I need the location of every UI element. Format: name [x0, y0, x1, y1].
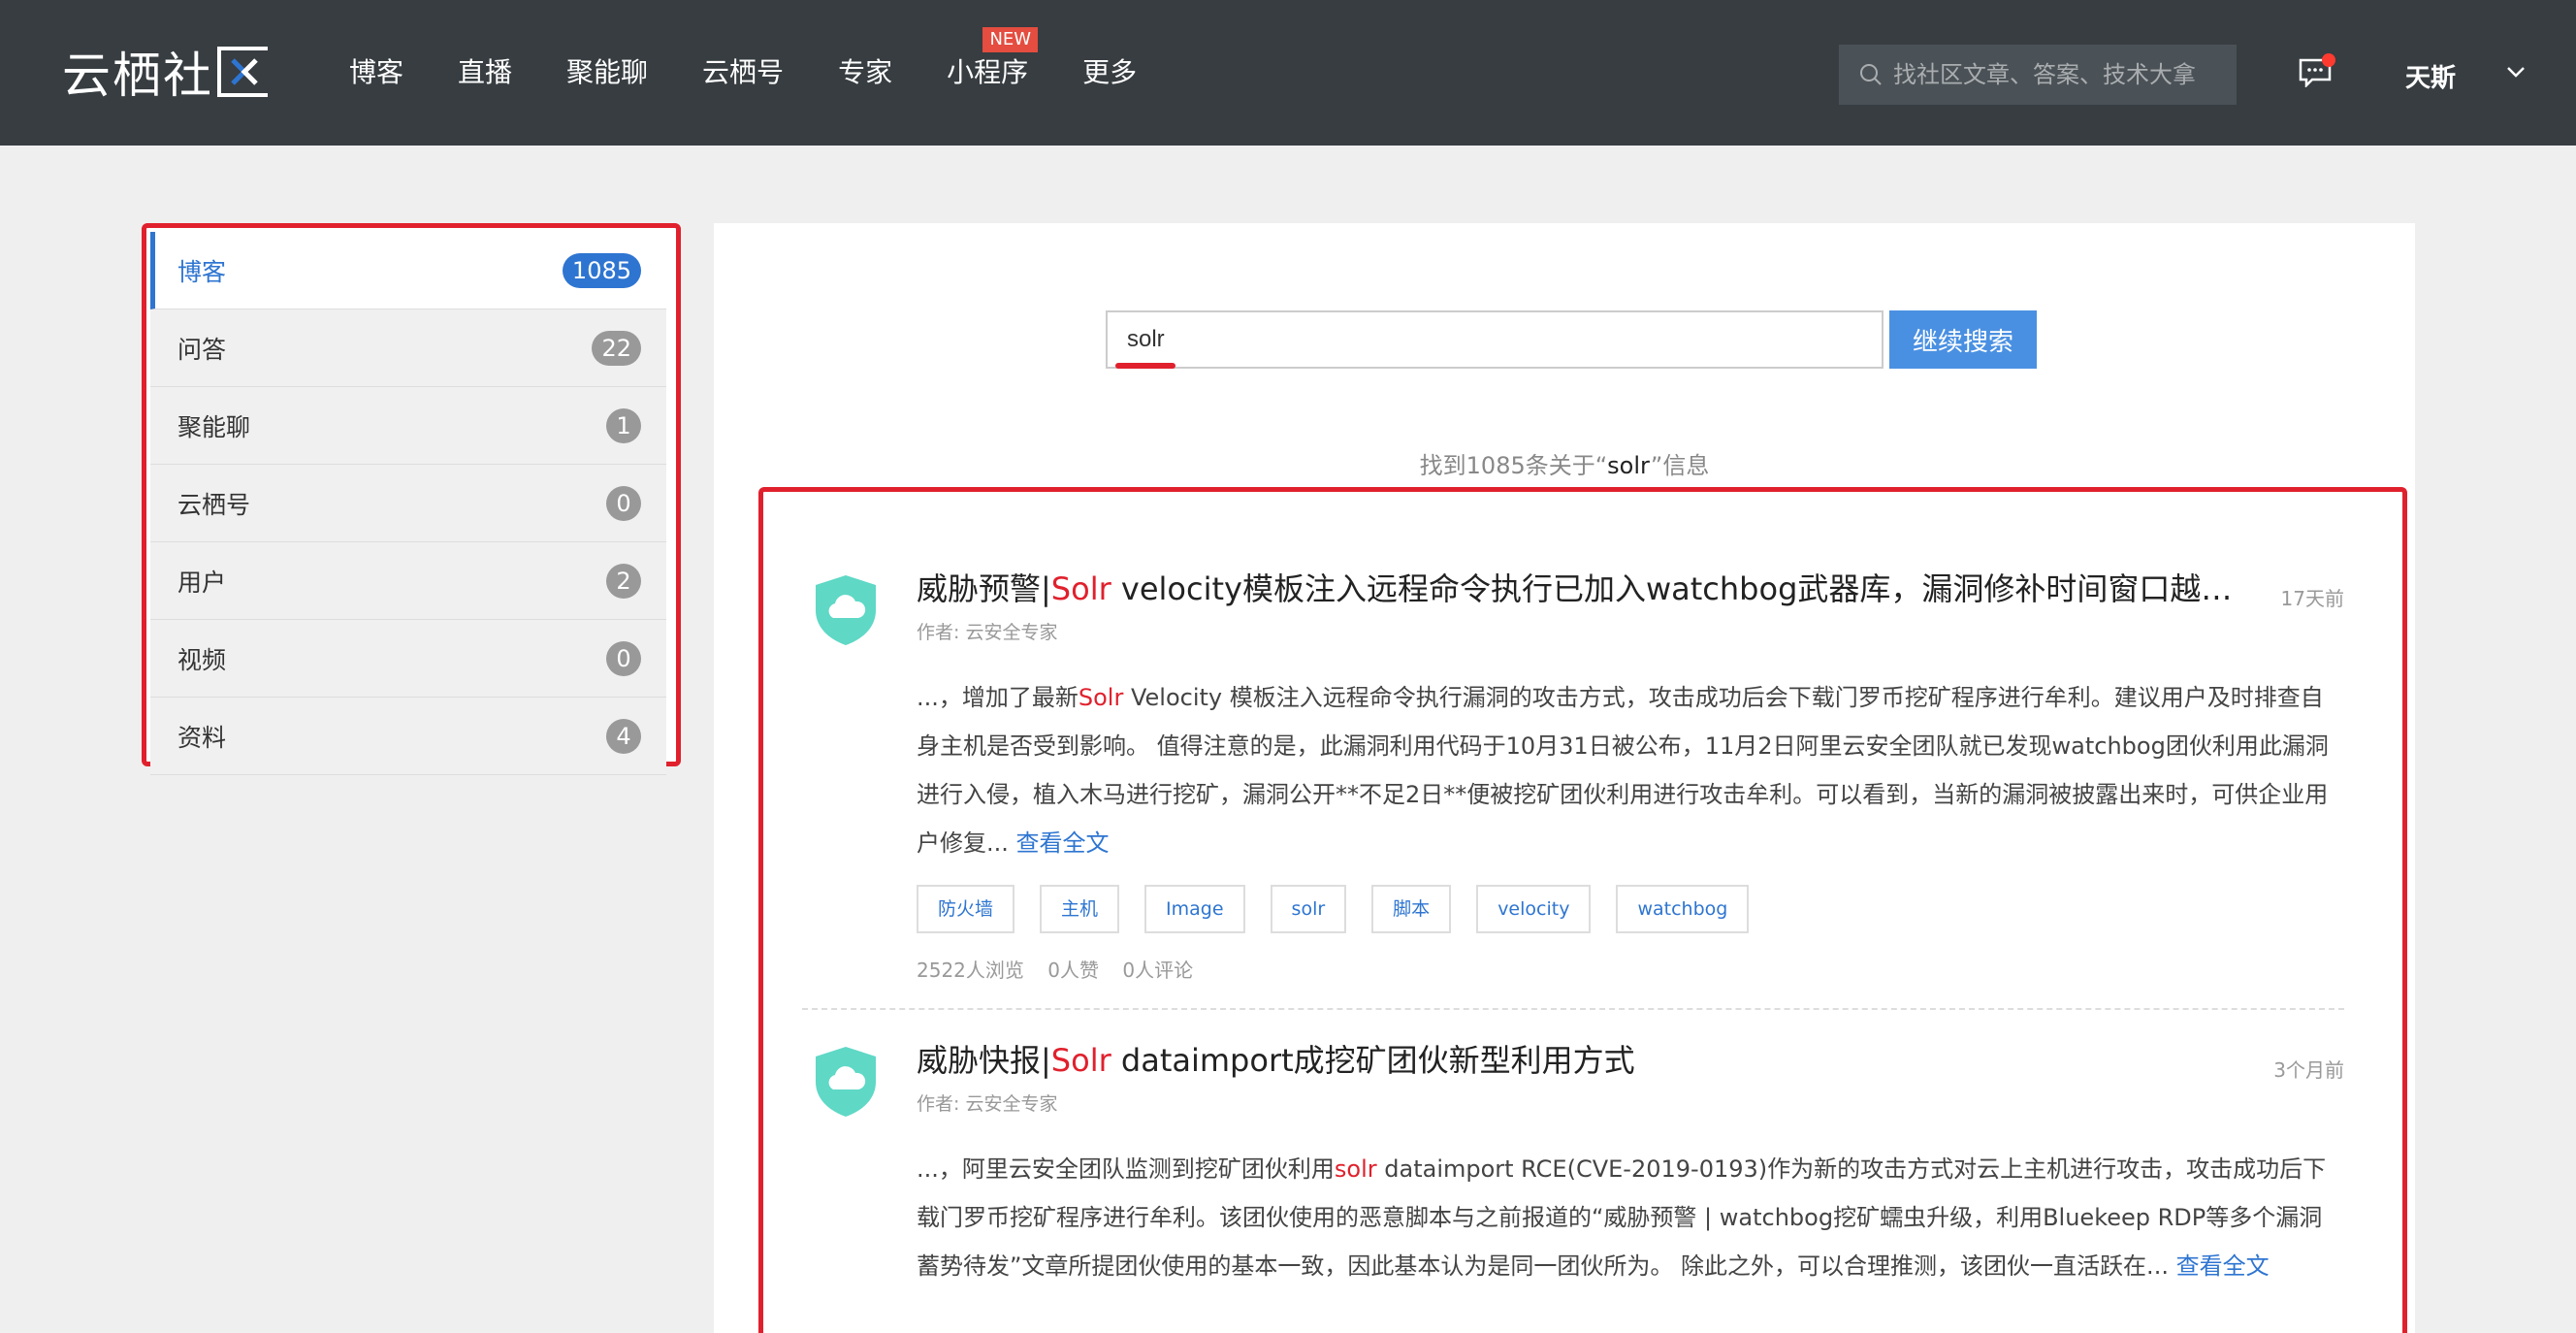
list-item: 威胁预警|Solr velocity模板注入远程命令执行已加入watchbog武…: [802, 492, 2344, 983]
sidebar-item-videos[interactable]: 视频 0: [150, 620, 666, 698]
nav-item-more[interactable]: 更多: [1082, 49, 1137, 97]
like-count: 0人赞: [1047, 959, 1099, 982]
sidebar-item-chat[interactable]: 聚能聊 1: [150, 387, 666, 465]
new-badge: NEW: [982, 27, 1039, 52]
sidebar-item-resources[interactable]: 资料 4: [150, 698, 666, 775]
tag-list: 防火墙 主机 Image solr 脚本 velocity watchbog: [917, 885, 2344, 933]
sidebar-item-label: 资料: [177, 723, 227, 752]
sidebar-item-yunqi-account[interactable]: 云栖号 0: [150, 465, 666, 542]
count-badge: 1: [606, 407, 641, 443]
tag-chip[interactable]: Image: [1144, 885, 1245, 933]
count-badge: 2: [606, 563, 641, 599]
notification-dot: [2322, 53, 2335, 67]
article-author[interactable]: 作者: 云安全专家: [917, 618, 2344, 644]
results-list: 威胁预警|Solr velocity模板注入远程命令执行已加入watchbog武…: [758, 487, 2407, 1333]
sidebar-item-users[interactable]: 用户 2: [150, 542, 666, 620]
search-results-panel: 继续搜索 找到1085条关于“solr”信息 威胁预警|Solr velocit…: [714, 223, 2415, 1333]
article-time: 3个月前: [2273, 1058, 2344, 1082]
sidebar-item-label: 聚能聊: [177, 412, 251, 441]
top-navbar: 云栖社 博客 直播 聚能聊 云栖号 专家 小程序NEW 更多 天斯: [0, 0, 2576, 146]
search-icon: [1860, 64, 1882, 85]
tag-chip[interactable]: 脚本: [1371, 885, 1452, 933]
article-title-link[interactable]: 威胁预警|Solr velocity模板注入远程命令执行已加入watchbog武…: [917, 568, 2245, 610]
nav-item-chat[interactable]: 聚能聊: [566, 49, 648, 97]
sidebar-item-label: 视频: [177, 645, 227, 674]
sidebar-item-qa[interactable]: 问答 22: [150, 309, 666, 387]
article-title-link[interactable]: 威胁快报|Solr dataimport成挖矿团伙新型利用方式: [917, 1039, 2245, 1082]
site-search-input[interactable]: [1893, 61, 2223, 88]
nav-item-yunqi-account[interactable]: 云栖号: [702, 49, 784, 97]
result-count-info: 找到1085条关于“solr”信息: [1419, 452, 1710, 479]
count-badge: 1085: [562, 252, 641, 288]
comment-count: 0人评论: [1122, 959, 1194, 982]
logo-mark-icon: [217, 47, 268, 97]
sidebar-item-label: 博客: [177, 257, 227, 286]
nav-item-live[interactable]: 直播: [458, 49, 512, 97]
article-author[interactable]: 作者: 云安全专家: [917, 1089, 2344, 1116]
shield-cloud-icon: [816, 575, 876, 645]
article-snippet: ...，阿里云安全团队监测到挖矿团伙利用solr dataimport RCE(…: [917, 1155, 2327, 1280]
sidebar-item-label: 问答: [177, 335, 227, 364]
article-time: 17天前: [2280, 587, 2344, 610]
username[interactable]: 天斯: [2405, 58, 2456, 94]
sidebar-item-label: 云栖号: [177, 490, 251, 519]
sidebar-item-label: 用户: [177, 568, 227, 597]
chevron-down-icon[interactable]: [2506, 66, 2526, 78]
tag-chip[interactable]: solr: [1270, 885, 1347, 933]
continue-search-button[interactable]: 继续搜索: [1889, 310, 2037, 369]
view-count: 2522人浏览: [917, 959, 1024, 982]
nav-item-miniprogram[interactable]: 小程序 NEW: [947, 27, 1039, 97]
site-logo[interactable]: 云栖社: [62, 43, 268, 104]
shield-cloud-icon: [816, 1047, 876, 1117]
logo-text: 云栖社: [62, 48, 213, 104]
tag-chip[interactable]: 防火墙: [917, 885, 1015, 933]
count-badge: 0: [606, 485, 641, 521]
count-badge: 22: [592, 330, 641, 366]
query-input[interactable]: [1106, 310, 1884, 369]
main-nav: 博客 直播 聚能聊 云栖号 专家 小程序 NEW 更多: [349, 27, 1191, 97]
count-badge: 0: [606, 640, 641, 676]
site-search: [1839, 45, 2237, 105]
tag-chip[interactable]: watchbog: [1616, 885, 1750, 933]
count-badge: 4: [606, 718, 641, 754]
tag-chip[interactable]: velocity: [1476, 885, 1592, 933]
read-more-link[interactable]: 查看全文: [2176, 1252, 2270, 1280]
article-stats: 2522人浏览 0人赞 0人评论: [917, 955, 2344, 983]
read-more-link[interactable]: 查看全文: [1016, 829, 1110, 857]
list-item: 威胁快报|Solr dataimport成挖矿团伙新型利用方式 3个月前 作者:…: [802, 1008, 2344, 1290]
query-highlight-mark: [1115, 363, 1175, 369]
nav-item-experts[interactable]: 专家: [838, 49, 892, 97]
tag-chip[interactable]: 主机: [1040, 885, 1120, 933]
sidebar-item-blog[interactable]: 博客 1085: [150, 232, 666, 309]
category-sidebar: 博客 1085 问答 22 聚能聊 1 云栖号 0 用户 2 视频 0 资料 4: [142, 223, 681, 775]
article-snippet: ...，增加了最新Solr Velocity 模板注入远程命令执行漏洞的攻击方式…: [917, 684, 2329, 857]
nav-item-blog[interactable]: 博客: [349, 49, 403, 97]
